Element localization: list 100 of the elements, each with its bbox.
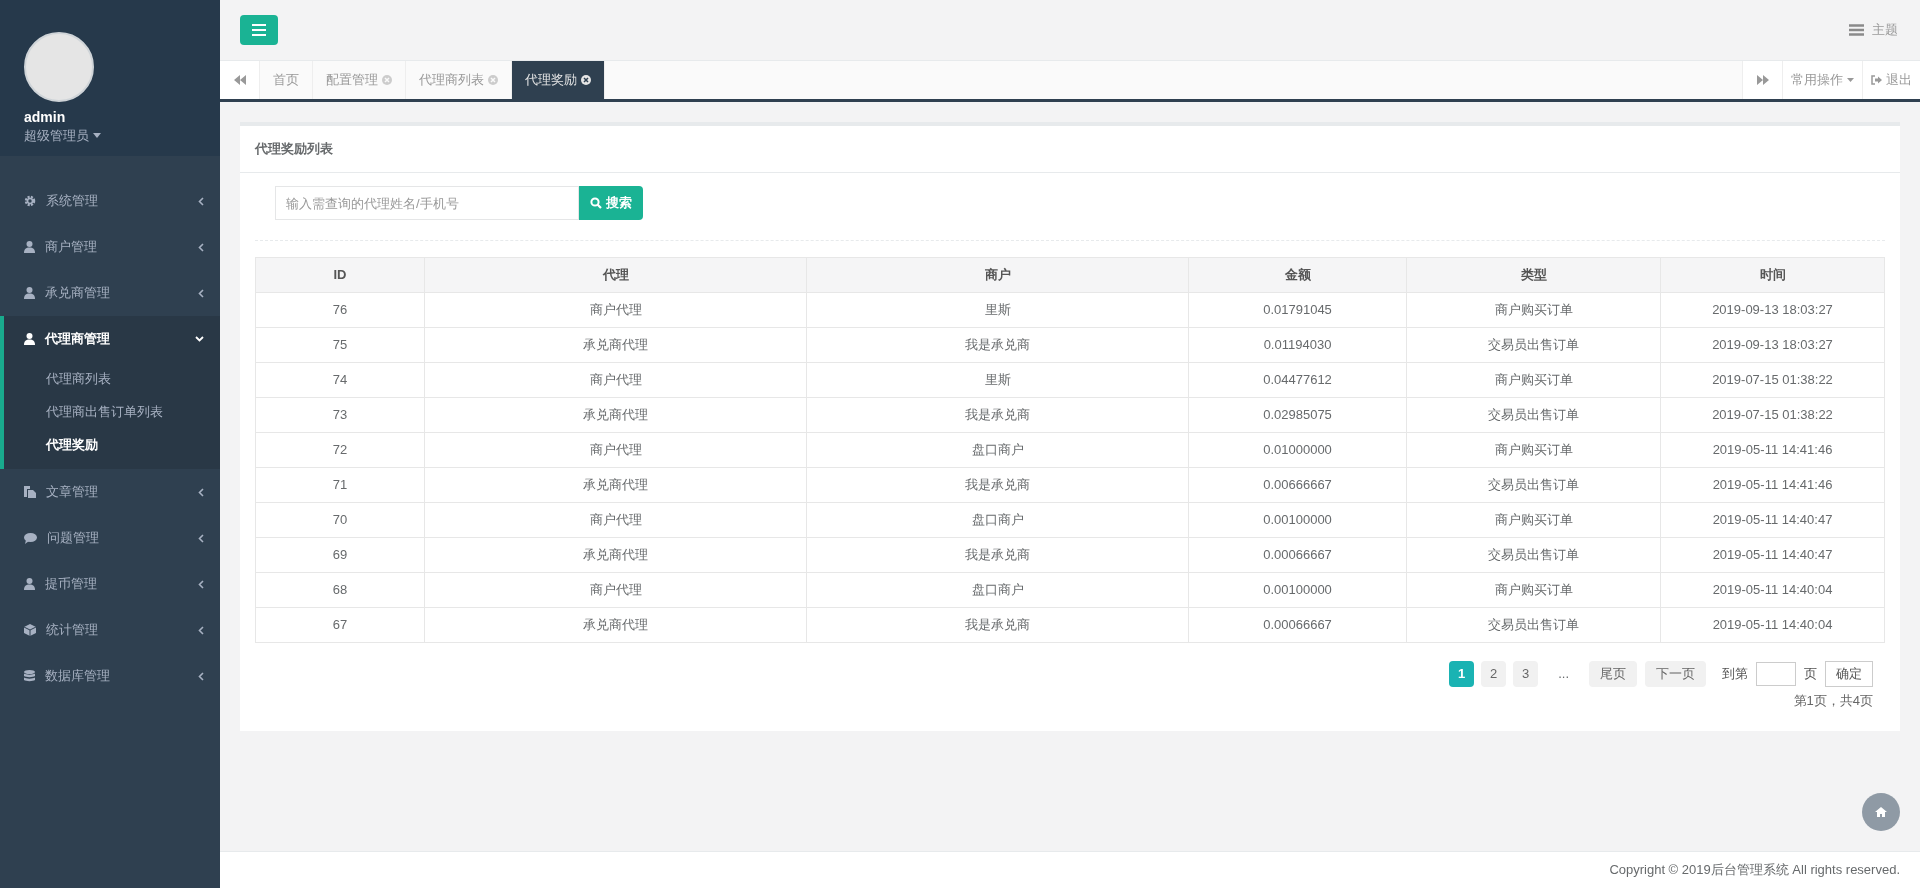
table-cell: 我是承兑商	[806, 327, 1189, 363]
close-icon[interactable]	[581, 75, 591, 85]
column-header: 商户	[806, 257, 1189, 293]
column-header: 类型	[1406, 257, 1661, 293]
table-cell: 交易员出售订单	[1406, 607, 1661, 643]
table-cell: 2019-07-15 01:38:22	[1660, 362, 1885, 398]
table-cell: 商户代理	[424, 362, 807, 398]
caret-icon	[93, 133, 101, 139]
submenu-item[interactable]: 代理商出售订单列表	[4, 395, 171, 428]
table-cell: 商户购买订单	[1406, 432, 1661, 468]
submenu-item[interactable]: 代理商列表	[4, 362, 119, 395]
table-cell: 承兑商代理	[424, 537, 807, 573]
panel-title: 代理奖励列表	[255, 140, 333, 159]
chevron-left-icon	[198, 288, 204, 298]
page-button[interactable]: 3	[1513, 661, 1539, 687]
sidebar-menu-item[interactable]: 承兑商管理	[0, 270, 220, 316]
table-cell: 商户代理	[424, 572, 807, 608]
table-cell: 盘口商户	[806, 502, 1189, 538]
sidebar-menu-item[interactable]: 问题管理	[0, 515, 220, 561]
home-icon	[1875, 807, 1887, 817]
table-cell: 0.01000000	[1188, 432, 1407, 468]
submenu-item[interactable]: 代理奖励	[4, 428, 106, 461]
scroll-right-button[interactable]	[1742, 61, 1782, 99]
column-header: 代理	[424, 257, 807, 293]
sidebar-menu-item[interactable]: 系统管理	[0, 178, 220, 224]
logout-button[interactable]: 退出	[1862, 61, 1920, 99]
scroll-left-button[interactable]	[220, 61, 260, 99]
copy-icon	[24, 486, 36, 498]
page-tab[interactable]: 代理奖励	[512, 61, 605, 99]
table-cell: 67	[255, 607, 425, 643]
column-header: ID	[255, 257, 425, 293]
table-cell: 68	[255, 572, 425, 608]
table-cell: 70	[255, 502, 425, 538]
table-cell: 0.04477612	[1188, 362, 1407, 398]
table-cell: 2019-05-11 14:40:47	[1660, 537, 1885, 573]
user-name: admin	[24, 108, 66, 126]
chevron-left-icon	[198, 671, 204, 681]
sidebar-menu-item[interactable]: 文章管理	[0, 469, 220, 515]
column-header: 金额	[1188, 257, 1407, 293]
user-icon	[24, 287, 35, 299]
pagination-ellipsis: ...	[1557, 665, 1570, 684]
table-cell: 商户购买订单	[1406, 292, 1661, 328]
chevron-left-icon	[198, 579, 204, 589]
search-button[interactable]: 搜索	[579, 186, 643, 220]
copyright-text: Copyright © 2019后台管理系统 All rights reserved.	[1609, 861, 1900, 880]
table-cell: 盘口商户	[806, 432, 1189, 468]
table-cell: 0.00100000	[1188, 502, 1407, 538]
confirm-button[interactable]: 确定	[1825, 661, 1873, 687]
table-cell: 69	[255, 537, 425, 573]
table-cell: 0.00066667	[1188, 537, 1407, 573]
theme-button[interactable]: 主题	[1849, 20, 1898, 40]
next-page-button[interactable]: 下一页	[1645, 661, 1706, 687]
table-cell: 2019-05-11 14:41:46	[1660, 432, 1885, 468]
table-cell: 0.00100000	[1188, 572, 1407, 608]
table-cell: 我是承兑商	[806, 537, 1189, 573]
table-cell: 75	[255, 327, 425, 363]
table-cell: 71	[255, 467, 425, 503]
sidebar-menu-item[interactable]: 商户管理	[0, 224, 220, 270]
table-cell: 承兑商代理	[424, 327, 807, 363]
table-cell: 商户购买订单	[1406, 362, 1661, 398]
menu-button[interactable]	[240, 15, 278, 45]
table-cell: 里斯	[806, 362, 1189, 398]
table-cell: 0.01194030	[1188, 327, 1407, 363]
page-button[interactable]: 2	[1481, 661, 1507, 687]
sidebar-menu-item[interactable]: 代理商管理	[4, 316, 220, 362]
chevron-left-icon	[198, 196, 204, 206]
table-cell: 我是承兑商	[806, 397, 1189, 433]
sidebar-menu-item[interactable]: 统计管理	[0, 607, 220, 653]
page-summary: 第1页，共4页	[1793, 692, 1873, 710]
chevron-left-icon	[198, 487, 204, 497]
table-cell: 73	[255, 397, 425, 433]
sidebar-menu-item[interactable]: 数据库管理	[0, 653, 220, 699]
table-cell: 承兑商代理	[424, 467, 807, 503]
goto-label: 到第	[1722, 665, 1748, 684]
cube-icon	[24, 624, 36, 636]
last-page-button[interactable]: 尾页	[1589, 661, 1637, 687]
table-cell: 2019-09-13 18:03:27	[1660, 327, 1885, 363]
table-cell: 0.01791045	[1188, 292, 1407, 328]
menu-icon	[252, 24, 266, 36]
home-button[interactable]	[1862, 793, 1900, 831]
double-chevron-right-icon	[1756, 75, 1769, 85]
table-cell: 盘口商户	[806, 572, 1189, 608]
table-cell: 交易员出售订单	[1406, 327, 1661, 363]
chevron-left-icon	[198, 242, 204, 252]
table-cell: 里斯	[806, 292, 1189, 328]
sidebar-menu-item[interactable]: 提币管理	[0, 561, 220, 607]
chevron-left-icon	[198, 533, 204, 543]
role-dropdown[interactable]: 超级管理员	[24, 126, 101, 146]
search-field[interactable]: 输入需查询的代理姓名/手机号	[275, 186, 579, 220]
caret-icon	[1847, 78, 1854, 82]
table-cell: 商户代理	[424, 432, 807, 468]
sign-out-icon	[1871, 75, 1882, 85]
table-cell: 商户代理	[424, 502, 807, 538]
double-chevron-left-icon	[233, 75, 246, 85]
table-cell: 交易员出售订单	[1406, 537, 1661, 573]
table-cell: 商户代理	[424, 292, 807, 328]
table-cell: 76	[255, 292, 425, 328]
chevron-left-icon	[198, 625, 204, 635]
page-number-field[interactable]	[1756, 662, 1796, 686]
common-actions-dropdown[interactable]: 常用操作	[1782, 61, 1862, 99]
